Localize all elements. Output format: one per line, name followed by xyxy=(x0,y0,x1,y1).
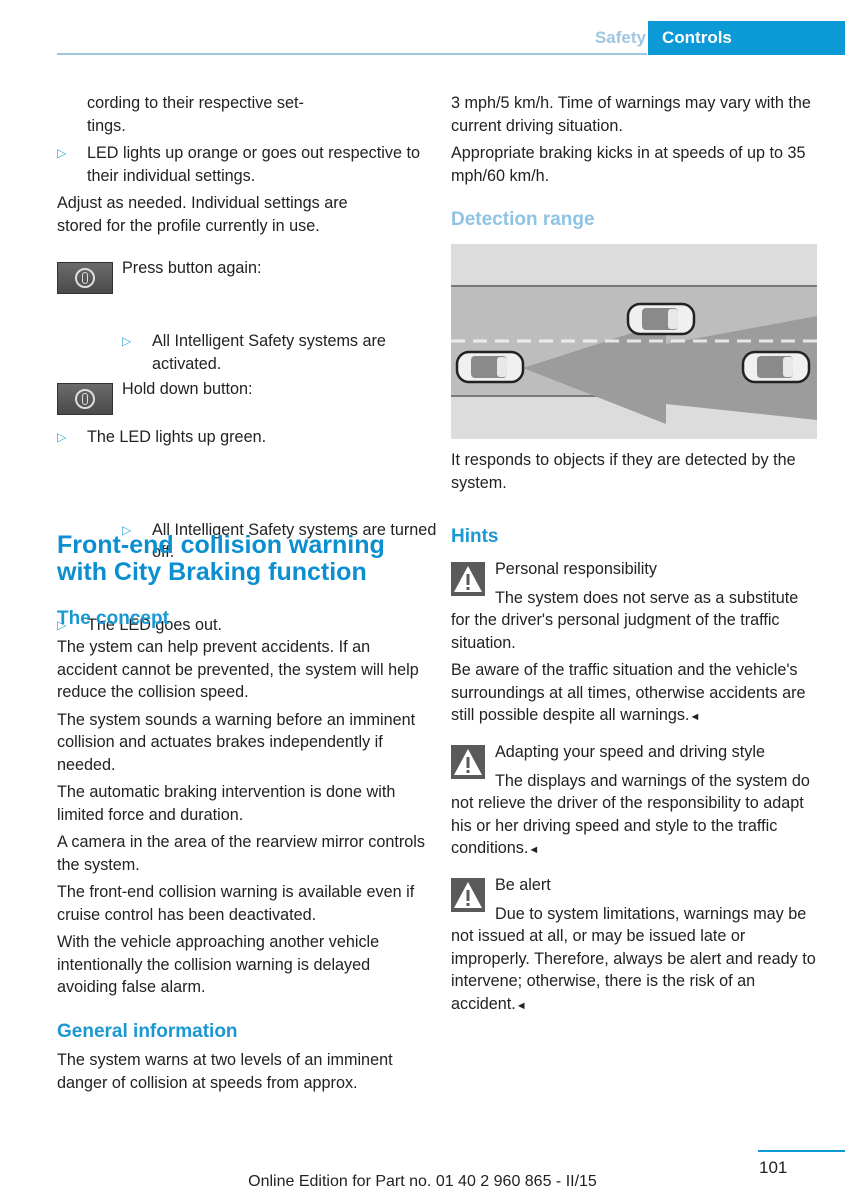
footer-edition: Online Edition for Part no. 01 40 2 960 … xyxy=(248,1173,597,1190)
warning-adapting-speed: Adapting your speed and driving style Th… xyxy=(451,741,821,862)
press-again-label: Press button again: xyxy=(122,257,422,280)
warning-paragraph-text: Due to system limitations, warnings may … xyxy=(451,904,816,1013)
warning-title: Adapting your speed and driving style xyxy=(495,743,765,761)
concept-paragraph: The ystem can help prevent accidents. If… xyxy=(57,638,419,701)
bullet-triangle-icon: ▷ xyxy=(57,430,67,444)
warning-be-alert: Be alert Due to system limitations, warn… xyxy=(451,874,821,1017)
right-continuation: 3 mph/5 km/h. Time of warnings may vary … xyxy=(451,92,821,187)
intelligent-safety-button-icon xyxy=(57,383,113,415)
press-again-text: Press button again: xyxy=(122,259,262,277)
section-title-block: Front-end collision warning with City Br… xyxy=(57,532,427,586)
car-adjacent-lane xyxy=(626,302,696,336)
hold-down-text: Hold down button: xyxy=(122,380,253,398)
detection-heading: Detection range xyxy=(451,209,595,230)
end-marker-icon: ◄ xyxy=(515,999,527,1012)
general-text: The system warns at two levels of an imm… xyxy=(57,1051,393,1092)
general-body: The system warns at two levels of an imm… xyxy=(57,1049,427,1094)
adjust-text: Adjust as needed. Individual settings ar… xyxy=(57,194,348,235)
led-green-bullet: ▷ The LED lights up green. xyxy=(57,426,457,449)
continuation-paragraph: Appropriate braking kicks in at speeds o… xyxy=(451,144,806,185)
warning-paragraph: Be aware of the traffic situation and th… xyxy=(451,659,821,729)
hints-heading: Hints xyxy=(451,526,499,547)
car-ahead xyxy=(741,350,811,384)
concept-heading-block: The concept xyxy=(57,607,427,631)
header-rule xyxy=(57,53,647,55)
warning-paragraph: The system does not serve as a substitut… xyxy=(451,588,799,652)
intro-continuation: cording to their respective set- tings. xyxy=(87,92,387,137)
concept-paragraph: With the vehicle approaching another veh… xyxy=(57,933,380,996)
concept-heading: The concept xyxy=(57,608,169,629)
bullet-triangle-icon: ▷ xyxy=(122,334,132,348)
warning-title: Personal responsibility xyxy=(495,560,657,578)
car-ego xyxy=(455,350,525,384)
header-section-safety: Safety xyxy=(594,28,646,47)
intelligent-safety-button-icon xyxy=(57,262,113,294)
concept-paragraph: The front-end collision warning is avail… xyxy=(57,883,415,924)
general-heading-block: General information xyxy=(57,1020,427,1044)
general-heading: General information xyxy=(57,1021,238,1042)
hold-down-label: Hold down button: xyxy=(122,378,422,401)
end-marker-icon: ◄ xyxy=(528,844,540,856)
caption-text: It responds to objects if they are detec… xyxy=(451,451,796,492)
detection-range-figure xyxy=(451,244,817,439)
sub-bullet-text: All Intelligent Safety systems are activ… xyxy=(152,332,386,373)
detection-caption: It responds to objects if they are detec… xyxy=(451,449,821,494)
warning-paragraph-text: The displays and warnings of the system … xyxy=(451,771,810,858)
warning-paragraph: Due to system limitations, warnings may … xyxy=(451,903,821,1018)
end-marker-icon: ◄ xyxy=(689,711,701,723)
intro-line-1: cording to their respective set- xyxy=(87,94,304,112)
warning-paragraph-text: Be aware of the traffic situation and th… xyxy=(451,661,806,724)
warning-title: Be alert xyxy=(495,876,551,894)
detection-range-diagram xyxy=(451,244,817,439)
intro-line-2: tings. xyxy=(87,116,126,135)
section-title: Front-end collision warning with City Br… xyxy=(57,531,385,586)
continuation-paragraph: 3 mph/5 km/h. Time of warnings may vary … xyxy=(451,94,811,135)
bullet-text: The LED lights up green. xyxy=(87,428,267,446)
press-again-sub-bullet: ▷ All Intelligent Safety systems are act… xyxy=(122,330,452,375)
bullet-text: LED lights up orange or goes out respect… xyxy=(87,144,420,185)
hints-heading-block: Hints xyxy=(451,525,821,549)
warning-paragraph: The displays and warnings of the system … xyxy=(451,770,821,862)
warning-personal-responsibility: Personal responsibility The system does … xyxy=(451,558,821,729)
page-number-rule xyxy=(758,1150,845,1152)
bullet-led-orange: ▷ LED lights up orange or goes out respe… xyxy=(57,142,437,187)
concept-paragraph: The automatic braking intervention is do… xyxy=(57,783,396,824)
concept-paragraph: The system sounds a warning before an im… xyxy=(57,710,416,774)
header-chapter-controls: Controls xyxy=(648,21,845,55)
adjust-paragraph: Adjust as needed. Individual settings ar… xyxy=(57,192,397,237)
concept-body: The ystem can help prevent accidents. If… xyxy=(57,636,427,999)
bullet-triangle-icon: ▷ xyxy=(57,146,67,160)
concept-paragraph: A camera in the area of the rearview mir… xyxy=(57,833,425,874)
detection-heading-block: Detection range xyxy=(451,208,821,232)
